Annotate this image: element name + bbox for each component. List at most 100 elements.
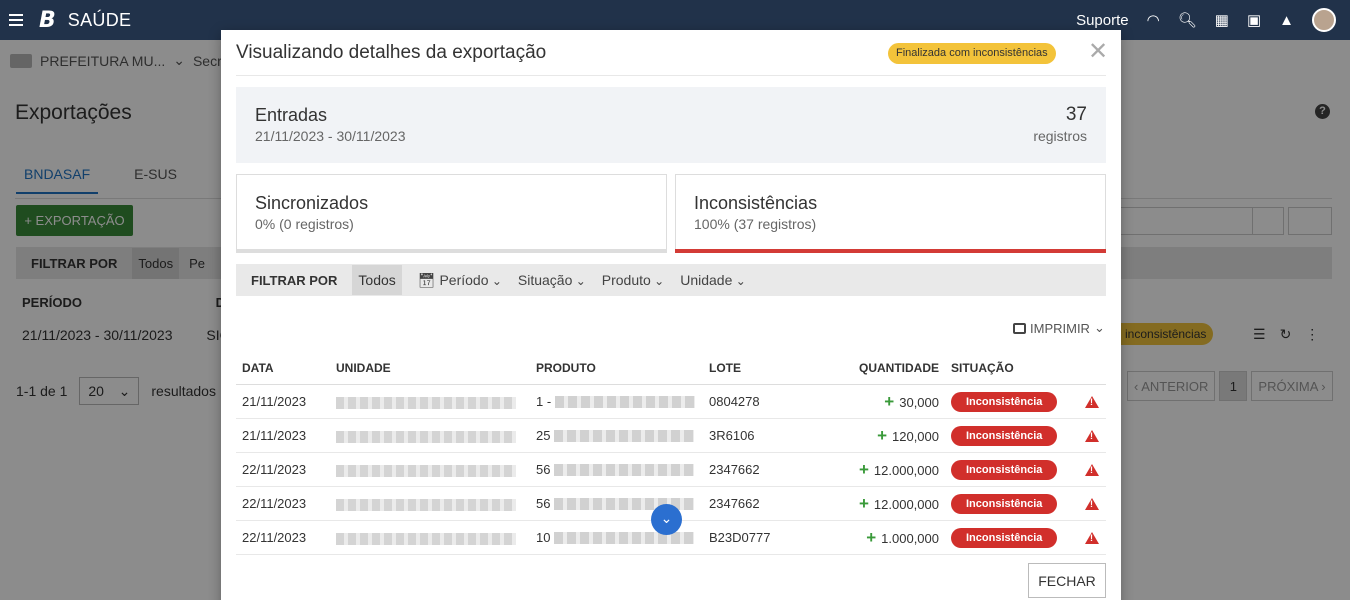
cell-unit-redacted (336, 462, 536, 477)
app-name: SAÚDE (67, 9, 132, 30)
scroll-down-button[interactable]: ⌄ (651, 504, 682, 535)
gift-icon[interactable]: ▣ (1247, 11, 1261, 29)
plus-icon: + (858, 493, 869, 513)
situation-badge[interactable]: Inconsistência (951, 425, 1058, 446)
cell-lote: 0804278 (709, 394, 760, 409)
cell-unit-redacted (336, 530, 536, 545)
support-link[interactable]: Suporte (1076, 12, 1129, 29)
bell-icon[interactable]: ▲ (1279, 12, 1294, 29)
warning-icon[interactable] (1085, 497, 1099, 510)
cell-situation: Inconsistência (945, 391, 1075, 412)
inconsistencies-card: Inconsistências 100% (37 registros) (675, 174, 1106, 253)
apps-grid-icon[interactable]: ▦ (1215, 11, 1229, 29)
synced-card: Sincronizados 0% (0 registros) (236, 174, 667, 253)
cell-qty: +30,000 (884, 391, 939, 411)
cell-lote: 2347662 (709, 462, 760, 477)
situation-badge[interactable]: Inconsistência (951, 459, 1058, 480)
table-header: DATA UNIDADE PRODUTO LOTE QUANTIDADE SIT… (236, 352, 1106, 385)
modal-header: Visualizando detalhes da exportação Fina… (236, 30, 1108, 76)
plus-icon: + (884, 391, 895, 411)
cell-date: 22/11/2023 (242, 462, 307, 477)
situation-badge[interactable]: Inconsistência (951, 391, 1058, 412)
cell-product: 1 - (536, 393, 709, 410)
table-row[interactable]: 21/11/2023 25 3R6106 +120,000 Inconsistência (236, 419, 1106, 453)
filter-label: FILTRAR POR (251, 272, 338, 288)
wifi-icon[interactable]: ◠ (1147, 11, 1160, 29)
col-product: PRODUTO (536, 361, 596, 375)
filter-period[interactable]: 📅︎ Período (410, 272, 510, 289)
cell-lote: B23D0777 (709, 530, 771, 545)
col-lote: LOTE (709, 361, 741, 375)
summary-count: 37 (1065, 104, 1087, 125)
synced-progress (236, 249, 667, 253)
summary-range: 21/11/2023 - 30/11/2023 (255, 128, 406, 144)
inconsistencies-title: Inconsistências (694, 193, 818, 213)
col-situation: SITUAÇÃO (951, 361, 1014, 375)
warning-icon[interactable] (1085, 429, 1099, 442)
modal-title: Visualizando detalhes da exportação (236, 42, 547, 63)
plus-icon: + (877, 425, 887, 445)
summary-title: Entradas (255, 105, 328, 125)
cell-lote: 2347662 (709, 496, 760, 511)
search-icon[interactable]: 🔍︎ (1178, 11, 1197, 29)
col-unit: UNIDADE (336, 361, 391, 375)
cell-unit-redacted (336, 394, 536, 409)
cell-warning (1075, 497, 1106, 510)
close-button[interactable]: FECHAR (1028, 563, 1106, 598)
cell-warning (1075, 531, 1106, 544)
filter-all[interactable]: Todos (352, 265, 402, 295)
synced-title: Sincronizados (255, 193, 369, 213)
avatar[interactable] (1312, 8, 1336, 32)
export-details-modal: Visualizando detalhes da exportação Fina… (221, 30, 1121, 600)
col-date: DATA (242, 361, 274, 375)
cell-situation: Inconsistência (945, 493, 1075, 514)
cell-date: 21/11/2023 (242, 394, 307, 409)
cell-date: 22/11/2023 (242, 496, 307, 511)
close-icon[interactable]: ✕ (1088, 40, 1108, 64)
cell-situation: Inconsistência (945, 459, 1075, 480)
filter-situation[interactable]: Situação (510, 272, 594, 288)
cell-product: 56 (536, 495, 709, 512)
calendar-icon: 📅︎ (417, 271, 440, 288)
cell-qty: +12.000,000 (858, 493, 939, 513)
cell-qty: +12.000,000 (858, 459, 939, 479)
col-qty: QUANTIDADE (859, 361, 939, 375)
table-row[interactable]: 21/11/2023 1 -0804278 +30,000 Inconsistênci… (236, 385, 1106, 419)
situation-badge[interactable]: Inconsistência (951, 527, 1058, 548)
situation-badge[interactable]: Inconsistência (951, 493, 1058, 514)
cell-product: 25 (536, 427, 709, 444)
inconsistencies-sub: 100% (37 registros) (694, 216, 817, 232)
plus-icon: + (858, 459, 869, 479)
cell-date: 21/11/2023 (242, 428, 307, 443)
cell-date: 22/11/2023 (242, 530, 307, 545)
warning-icon[interactable] (1085, 395, 1099, 408)
cell-unit-redacted (336, 428, 536, 443)
cell-qty: +120,000 (877, 425, 939, 445)
plus-icon: + (866, 527, 877, 547)
entries-summary: Entradas 21/11/2023 - 30/11/2023 37 regi… (236, 87, 1106, 163)
cell-qty: +1.000,000 (866, 527, 939, 547)
table-row[interactable]: 22/11/2023 56 2347662 +12.000,000 Inconsistê… (236, 453, 1106, 487)
cell-warning (1075, 463, 1106, 476)
chevron-down-icon: ⌄ (1093, 320, 1105, 335)
printer-icon (1013, 322, 1026, 334)
cell-warning (1075, 429, 1106, 442)
menu-icon[interactable] (9, 11, 23, 29)
synced-sub: 0% (0 registros) (255, 216, 354, 232)
cell-lote: 3R6106 (709, 428, 755, 443)
print-button[interactable]: IMPRIMIR ⌄ (1013, 320, 1105, 336)
logo: B (39, 7, 56, 33)
cell-situation: Inconsistência (945, 425, 1075, 446)
summary-unit: registros (1033, 128, 1087, 144)
cell-warning (1075, 395, 1106, 408)
status-badge: Finalizada com inconsistências (888, 43, 1056, 64)
inconsistencies-progress (675, 249, 1106, 253)
filter-unit[interactable]: Unidade (672, 272, 754, 288)
modal-filter-bar: FILTRAR POR Todos 📅︎ Período Situação Pr… (236, 264, 1106, 296)
filter-product[interactable]: Produto (594, 272, 672, 288)
cell-product: 56 (536, 461, 709, 478)
warning-icon[interactable] (1085, 463, 1099, 476)
cell-unit-redacted (336, 496, 536, 511)
cell-product: 10 (536, 529, 709, 546)
warning-icon[interactable] (1085, 531, 1099, 544)
